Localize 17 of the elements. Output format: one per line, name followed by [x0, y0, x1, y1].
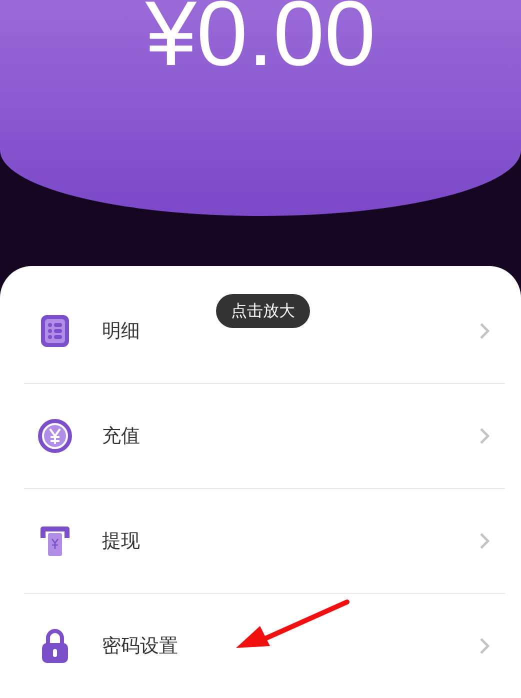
yen-coin-icon	[38, 419, 72, 453]
chevron-right-icon	[479, 532, 491, 550]
chevron-right-icon	[479, 427, 491, 445]
cash-slot-icon	[38, 524, 72, 558]
menu-label: 密码设置	[102, 634, 179, 659]
lock-icon	[40, 628, 70, 664]
menu-item[interactable]: 充值	[24, 384, 505, 489]
menu-item[interactable]: 密码设置	[24, 594, 505, 698]
menu-label: 充值	[102, 424, 141, 449]
chevron-right-icon	[479, 322, 491, 340]
menu-item[interactable]: 提现	[24, 489, 505, 594]
chevron-right-icon	[479, 637, 491, 655]
menu-label: 提现	[102, 529, 141, 554]
tooltip: 点击放大	[216, 294, 310, 328]
list-icon	[40, 314, 70, 348]
menu-label: 明细	[102, 319, 141, 344]
balance-amount: ¥0.00	[145, 0, 376, 80]
